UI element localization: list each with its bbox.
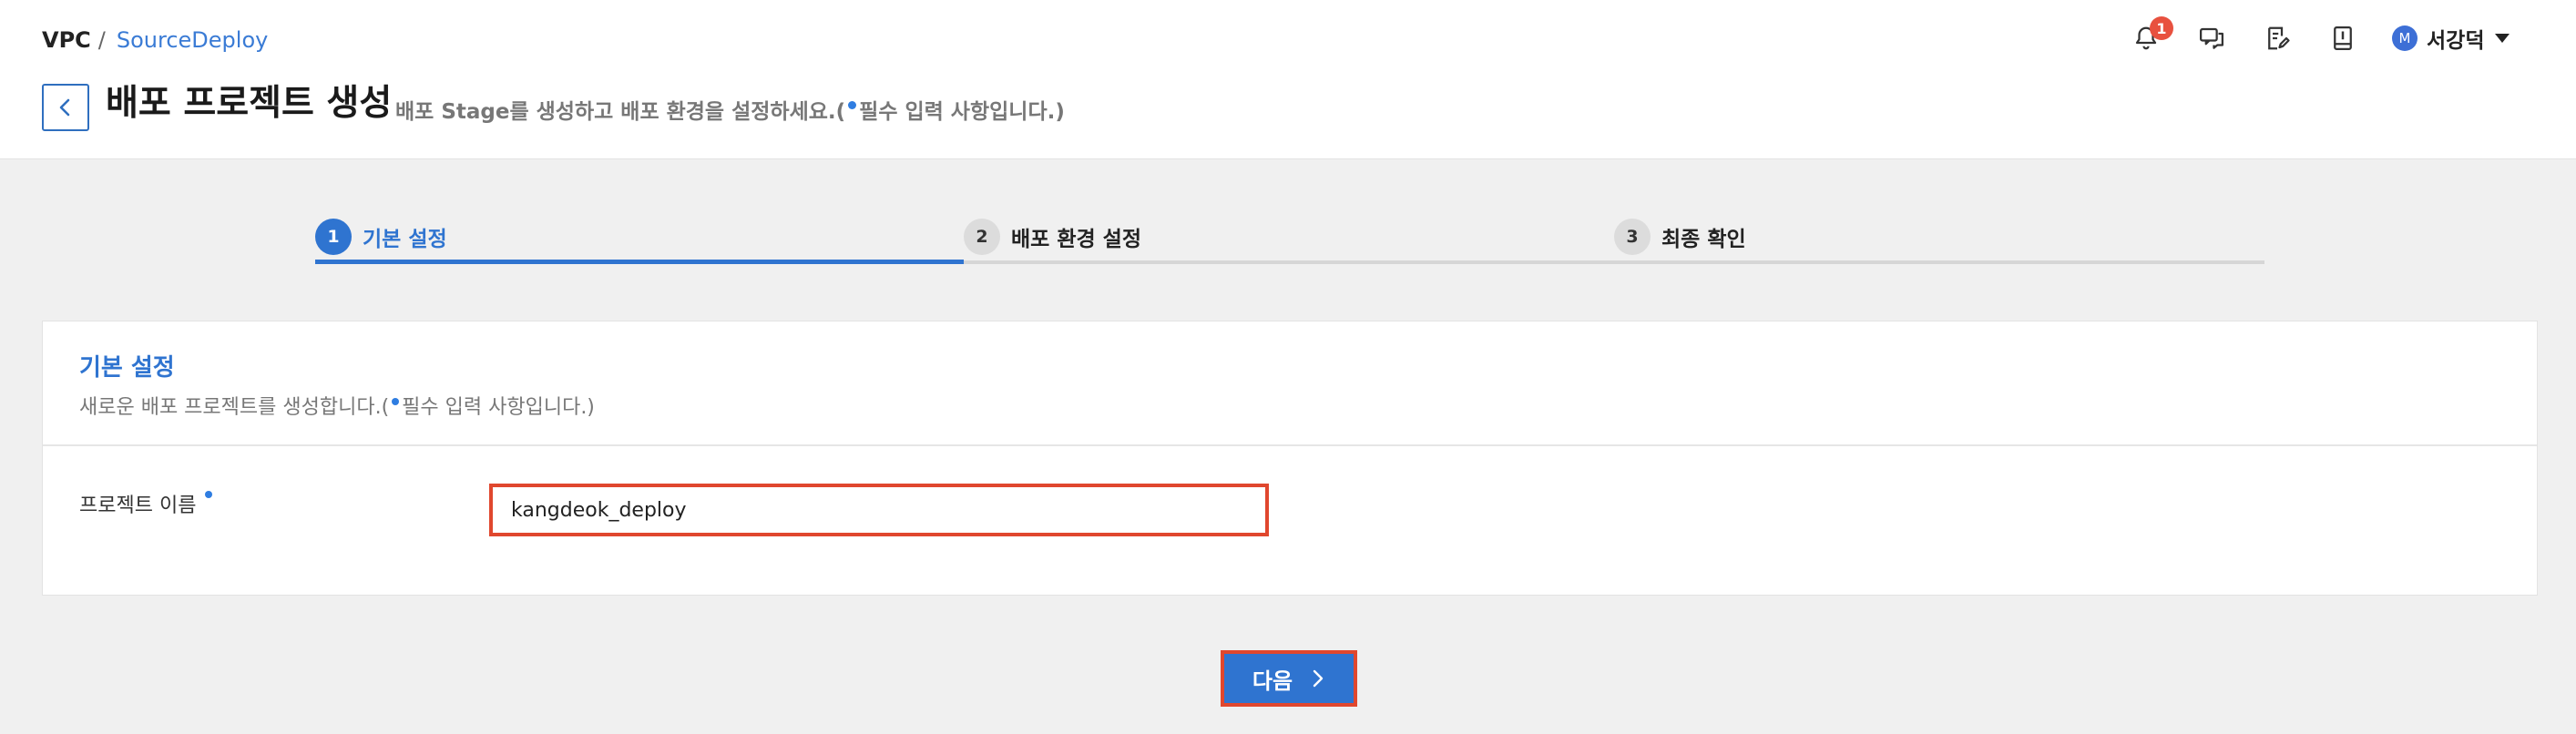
step-number: 3 <box>1614 219 1651 255</box>
card-divider <box>43 444 2537 446</box>
project-name-label-text: 프로젝트 이름 <box>79 494 197 517</box>
page-subtitle-text: 배포 Stage를 생성하고 배포 환경을 설정하세요.( <box>395 100 846 124</box>
breadcrumb-separator: / <box>97 27 106 53</box>
top-toolbar: 1 M 서강덕 <box>2128 16 2510 56</box>
page-subtitle: 배포 Stage를 생성하고 배포 환경을 설정하세요.( 필수 입력 사항입니… <box>395 94 1065 125</box>
back-button[interactable] <box>42 84 89 131</box>
card-description-required-text: 필수 입력 사항입니다.) <box>402 396 595 419</box>
next-button[interactable]: 다음 <box>1221 650 1357 707</box>
basic-settings-card: 기본 설정 새로운 배포 프로젝트를 생성합니다.( 필수 입력 사항입니다.)… <box>42 321 2538 596</box>
project-name-input[interactable] <box>489 484 1269 536</box>
page-header: VPC / SourceDeploy 배포 프로젝트 생성 배포 Stage를 … <box>0 0 2576 159</box>
chat-button[interactable] <box>2193 20 2230 56</box>
required-dot-icon <box>848 100 857 109</box>
project-name-label: 프로젝트 이름 <box>79 489 213 518</box>
book-icon <box>2334 26 2352 50</box>
step-label: 기본 설정 <box>363 228 447 251</box>
page-title: 배포 프로젝트 생성 <box>106 83 393 124</box>
step-number: 2 <box>964 219 1000 255</box>
step-final-review[interactable]: 3 최종 확인 <box>1614 208 1746 266</box>
step-label: 배포 환경 설정 <box>1011 228 1141 251</box>
chevron-left-icon <box>59 98 70 117</box>
step-deploy-environment[interactable]: 2 배포 환경 설정 <box>964 208 1141 266</box>
card-title: 기본 설정 <box>79 354 175 382</box>
guide-button[interactable] <box>2325 20 2361 56</box>
chevron-right-icon <box>1311 668 1325 688</box>
breadcrumb: VPC / SourceDeploy <box>42 27 268 53</box>
next-button-label: 다음 <box>1252 668 1293 694</box>
memo-button[interactable] <box>2259 20 2295 56</box>
required-dot-icon <box>392 398 400 405</box>
chat-icon <box>2200 27 2223 49</box>
step-label: 최종 확인 <box>1661 228 1746 251</box>
card-description-text: 새로운 배포 프로젝트를 생성합니다.( <box>79 396 390 419</box>
card-description: 새로운 배포 프로젝트를 생성합니다.( 필수 입력 사항입니다.) <box>79 391 595 420</box>
stepper: 1 기본 설정 2 배포 환경 설정 3 최종 확인 <box>315 208 2264 266</box>
caret-down-icon <box>2495 34 2510 43</box>
page-subtitle-required-text: 필수 입력 사항입니다.) <box>859 100 1065 124</box>
required-dot-icon <box>205 491 213 498</box>
user-name: 서강덕 <box>2427 29 2485 53</box>
breadcrumb-sourcedeploy[interactable]: SourceDeploy <box>117 27 268 53</box>
avatar: M <box>2392 25 2418 51</box>
edit-note-icon <box>2268 26 2290 50</box>
notification-button[interactable]: 1 <box>2128 16 2173 56</box>
step-number: 1 <box>315 219 352 255</box>
notification-badge: 1 <box>2150 16 2173 40</box>
breadcrumb-vpc[interactable]: VPC <box>42 27 91 53</box>
step-basic-settings[interactable]: 1 기본 설정 <box>315 208 447 266</box>
user-menu[interactable]: M 서강덕 <box>2392 23 2510 54</box>
